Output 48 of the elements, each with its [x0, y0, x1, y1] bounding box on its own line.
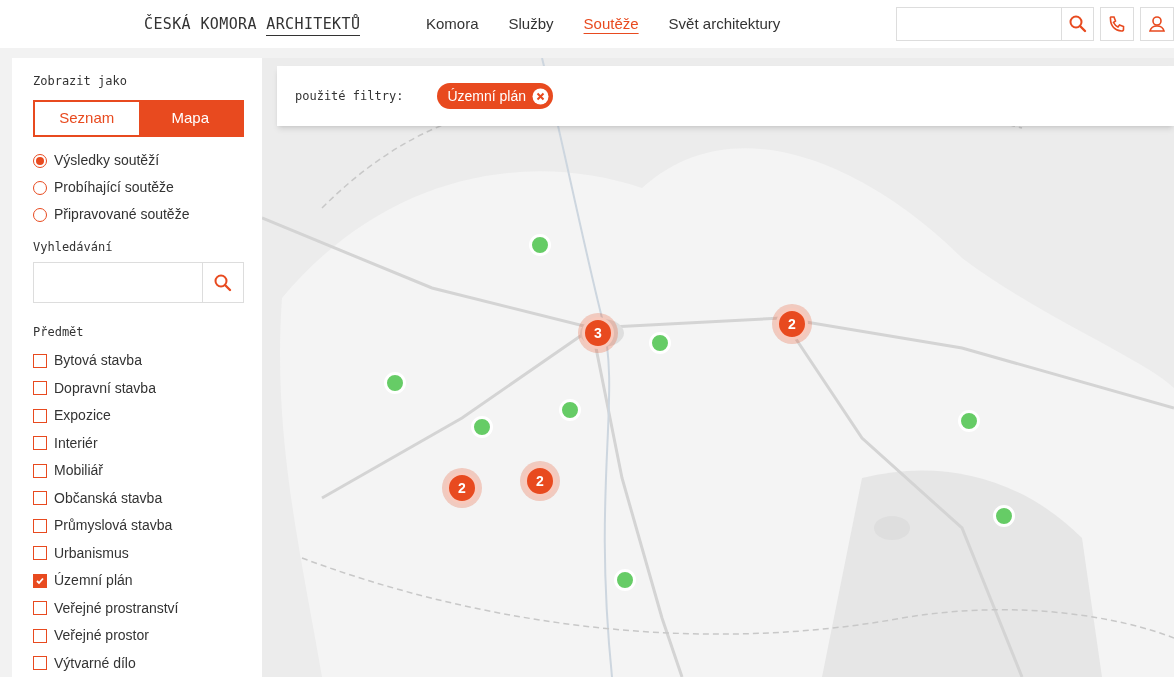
checkbox-label: Občanská stavba — [54, 488, 163, 508]
checkbox-label: Urbanismus — [54, 543, 129, 563]
checkbox[interactable] — [33, 546, 47, 560]
radio-label: Připravované soutěže — [54, 205, 190, 224]
checkbox[interactable] — [33, 408, 47, 423]
checkbox[interactable] — [33, 656, 47, 670]
search-field[interactable] — [33, 262, 244, 303]
phone-icon — [1108, 15, 1126, 33]
section-label: Zobrazit jako — [33, 73, 128, 90]
checkbox[interactable] — [33, 381, 47, 395]
nav-link[interactable]: Komora — [426, 12, 479, 36]
checkbox-label: Mobiliář — [54, 461, 103, 480]
nav-link[interactable]: Svět architektury — [668, 12, 781, 36]
checkbox-label: Bytová stavba — [54, 351, 142, 370]
checkbox-label: Územní plán — [54, 571, 133, 590]
checkbox[interactable] — [33, 628, 47, 643]
checkbox[interactable] — [33, 573, 47, 588]
remove-icon[interactable] — [531, 87, 549, 105]
nav-link[interactable]: Soutěže — [583, 12, 639, 36]
checkbox-label: Výtvarné dílo — [54, 653, 136, 673]
radio-label: Probíhající soutěže — [54, 178, 174, 197]
section-label: Předmět — [33, 324, 85, 341]
checkbox-label: Průmyslová stavba — [54, 516, 173, 535]
checkbox-label: Interiér — [54, 433, 98, 453]
user-icon — [1148, 15, 1166, 33]
user-button[interactable] — [1140, 7, 1174, 41]
filter-label: použité filtry: — [295, 88, 404, 105]
checkbox-label: Veřejné prostranství — [54, 598, 179, 618]
checkbox-label: Expozice — [54, 406, 111, 425]
toggle-button[interactable]: Mapa — [138, 102, 242, 135]
check-icon — [35, 575, 45, 586]
phone-button[interactable] — [1100, 7, 1134, 41]
filter-chip[interactable]: Územní plán — [437, 83, 553, 109]
search-field[interactable] — [896, 7, 1094, 41]
search-icon — [1068, 15, 1087, 33]
checkbox[interactable] — [33, 463, 47, 478]
nav-link[interactable]: Služby — [508, 12, 554, 36]
checkbox[interactable] — [33, 491, 47, 505]
logo-link[interactable]: ČESKÁ KOMORA ARCHITEKTŮ — [144, 12, 384, 36]
checkbox[interactable] — [33, 518, 47, 533]
checkbox-label: Dopravní stavba — [54, 378, 156, 398]
radio-label: Výsledky soutěží — [54, 151, 160, 170]
section-label: Vyhledávání — [33, 239, 114, 256]
checkbox-label: Veřejné prostor — [54, 626, 149, 645]
checkbox[interactable] — [33, 601, 47, 615]
checkbox[interactable] — [33, 436, 47, 450]
search-icon — [214, 273, 232, 292]
checkbox[interactable] — [33, 353, 47, 368]
